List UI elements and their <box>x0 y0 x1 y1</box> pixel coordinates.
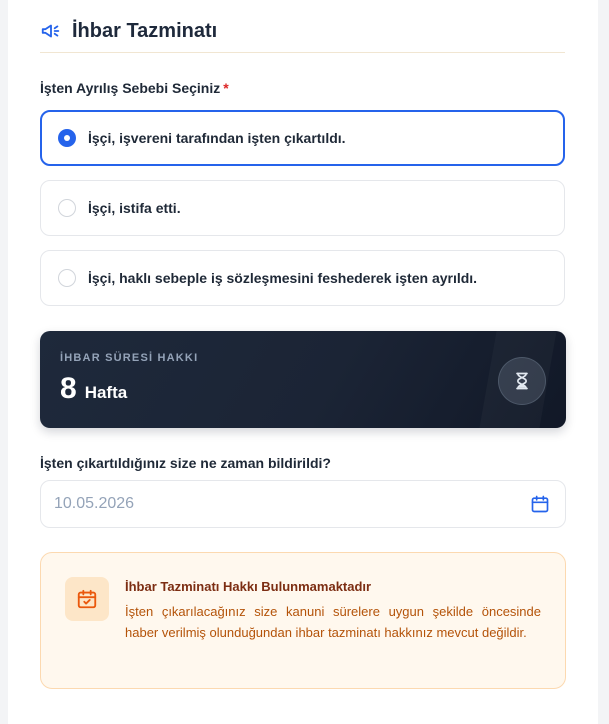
required-mark: * <box>223 80 229 96</box>
reason-label-text: İşten Ayrılış Sebebi Seçiniz <box>40 80 221 96</box>
date-value[interactable]: 10.05.2026 <box>54 495 530 513</box>
reason-option-label: İşçi, istifa etti. <box>88 200 181 216</box>
hourglass-icon <box>516 372 528 390</box>
radio-empty-icon[interactable] <box>58 269 76 287</box>
hourglass-badge <box>498 357 546 405</box>
section-header: İhbar Tazminatı <box>40 10 565 53</box>
date-label: İşten çıkartıldığınız size ne zaman bild… <box>40 455 331 471</box>
calendar-icon[interactable] <box>530 494 550 514</box>
page-title: İhbar Tazminatı <box>72 19 218 42</box>
radio-empty-icon[interactable] <box>58 199 76 217</box>
reason-option-label: İşçi, haklı sebeple iş sözleşmesini fesh… <box>88 270 478 286</box>
notice-period-unit: Hafta <box>84 383 128 402</box>
notice-period-label: İHBAR SÜRESİ HAKKI <box>60 352 199 364</box>
reason-label: İşten Ayrılış Sebebi Seçiniz * <box>40 80 229 96</box>
notification-date-input[interactable]: 10.05.2026 <box>40 480 566 528</box>
alert-body: İşten çıkarılacağınız size kanuni sürele… <box>125 604 541 640</box>
notice-period-value: 8 Hafta <box>60 372 127 406</box>
result-alert: İhbar Tazminatı Hakkı Bulunmamaktadır İş… <box>40 552 566 689</box>
calendar-check-icon <box>77 589 97 609</box>
alert-title: İhbar Tazminatı Hakkı Bulunmamaktadır <box>125 579 372 594</box>
alert-icon-badge <box>65 577 109 621</box>
megaphone-icon <box>41 24 60 38</box>
reason-option-just-cause[interactable]: İşçi, haklı sebeple iş sözleşmesini fesh… <box>40 250 565 306</box>
reason-option-label: İşçi, işvereni tarafından işten çıkartıl… <box>88 130 346 146</box>
notice-period-card: İHBAR SÜRESİ HAKKI 8 Hafta <box>40 331 566 428</box>
radio-selected-icon[interactable] <box>58 129 76 147</box>
reason-option-resigned[interactable]: İşçi, istifa etti. <box>40 180 565 236</box>
notice-period-number: 8 <box>60 372 77 405</box>
reason-option-dismissed[interactable]: İşçi, işvereni tarafından işten çıkartıl… <box>40 110 565 166</box>
calculator-card: İhbar Tazminatı İşten Ayrılış Sebebi Seç… <box>8 0 598 724</box>
